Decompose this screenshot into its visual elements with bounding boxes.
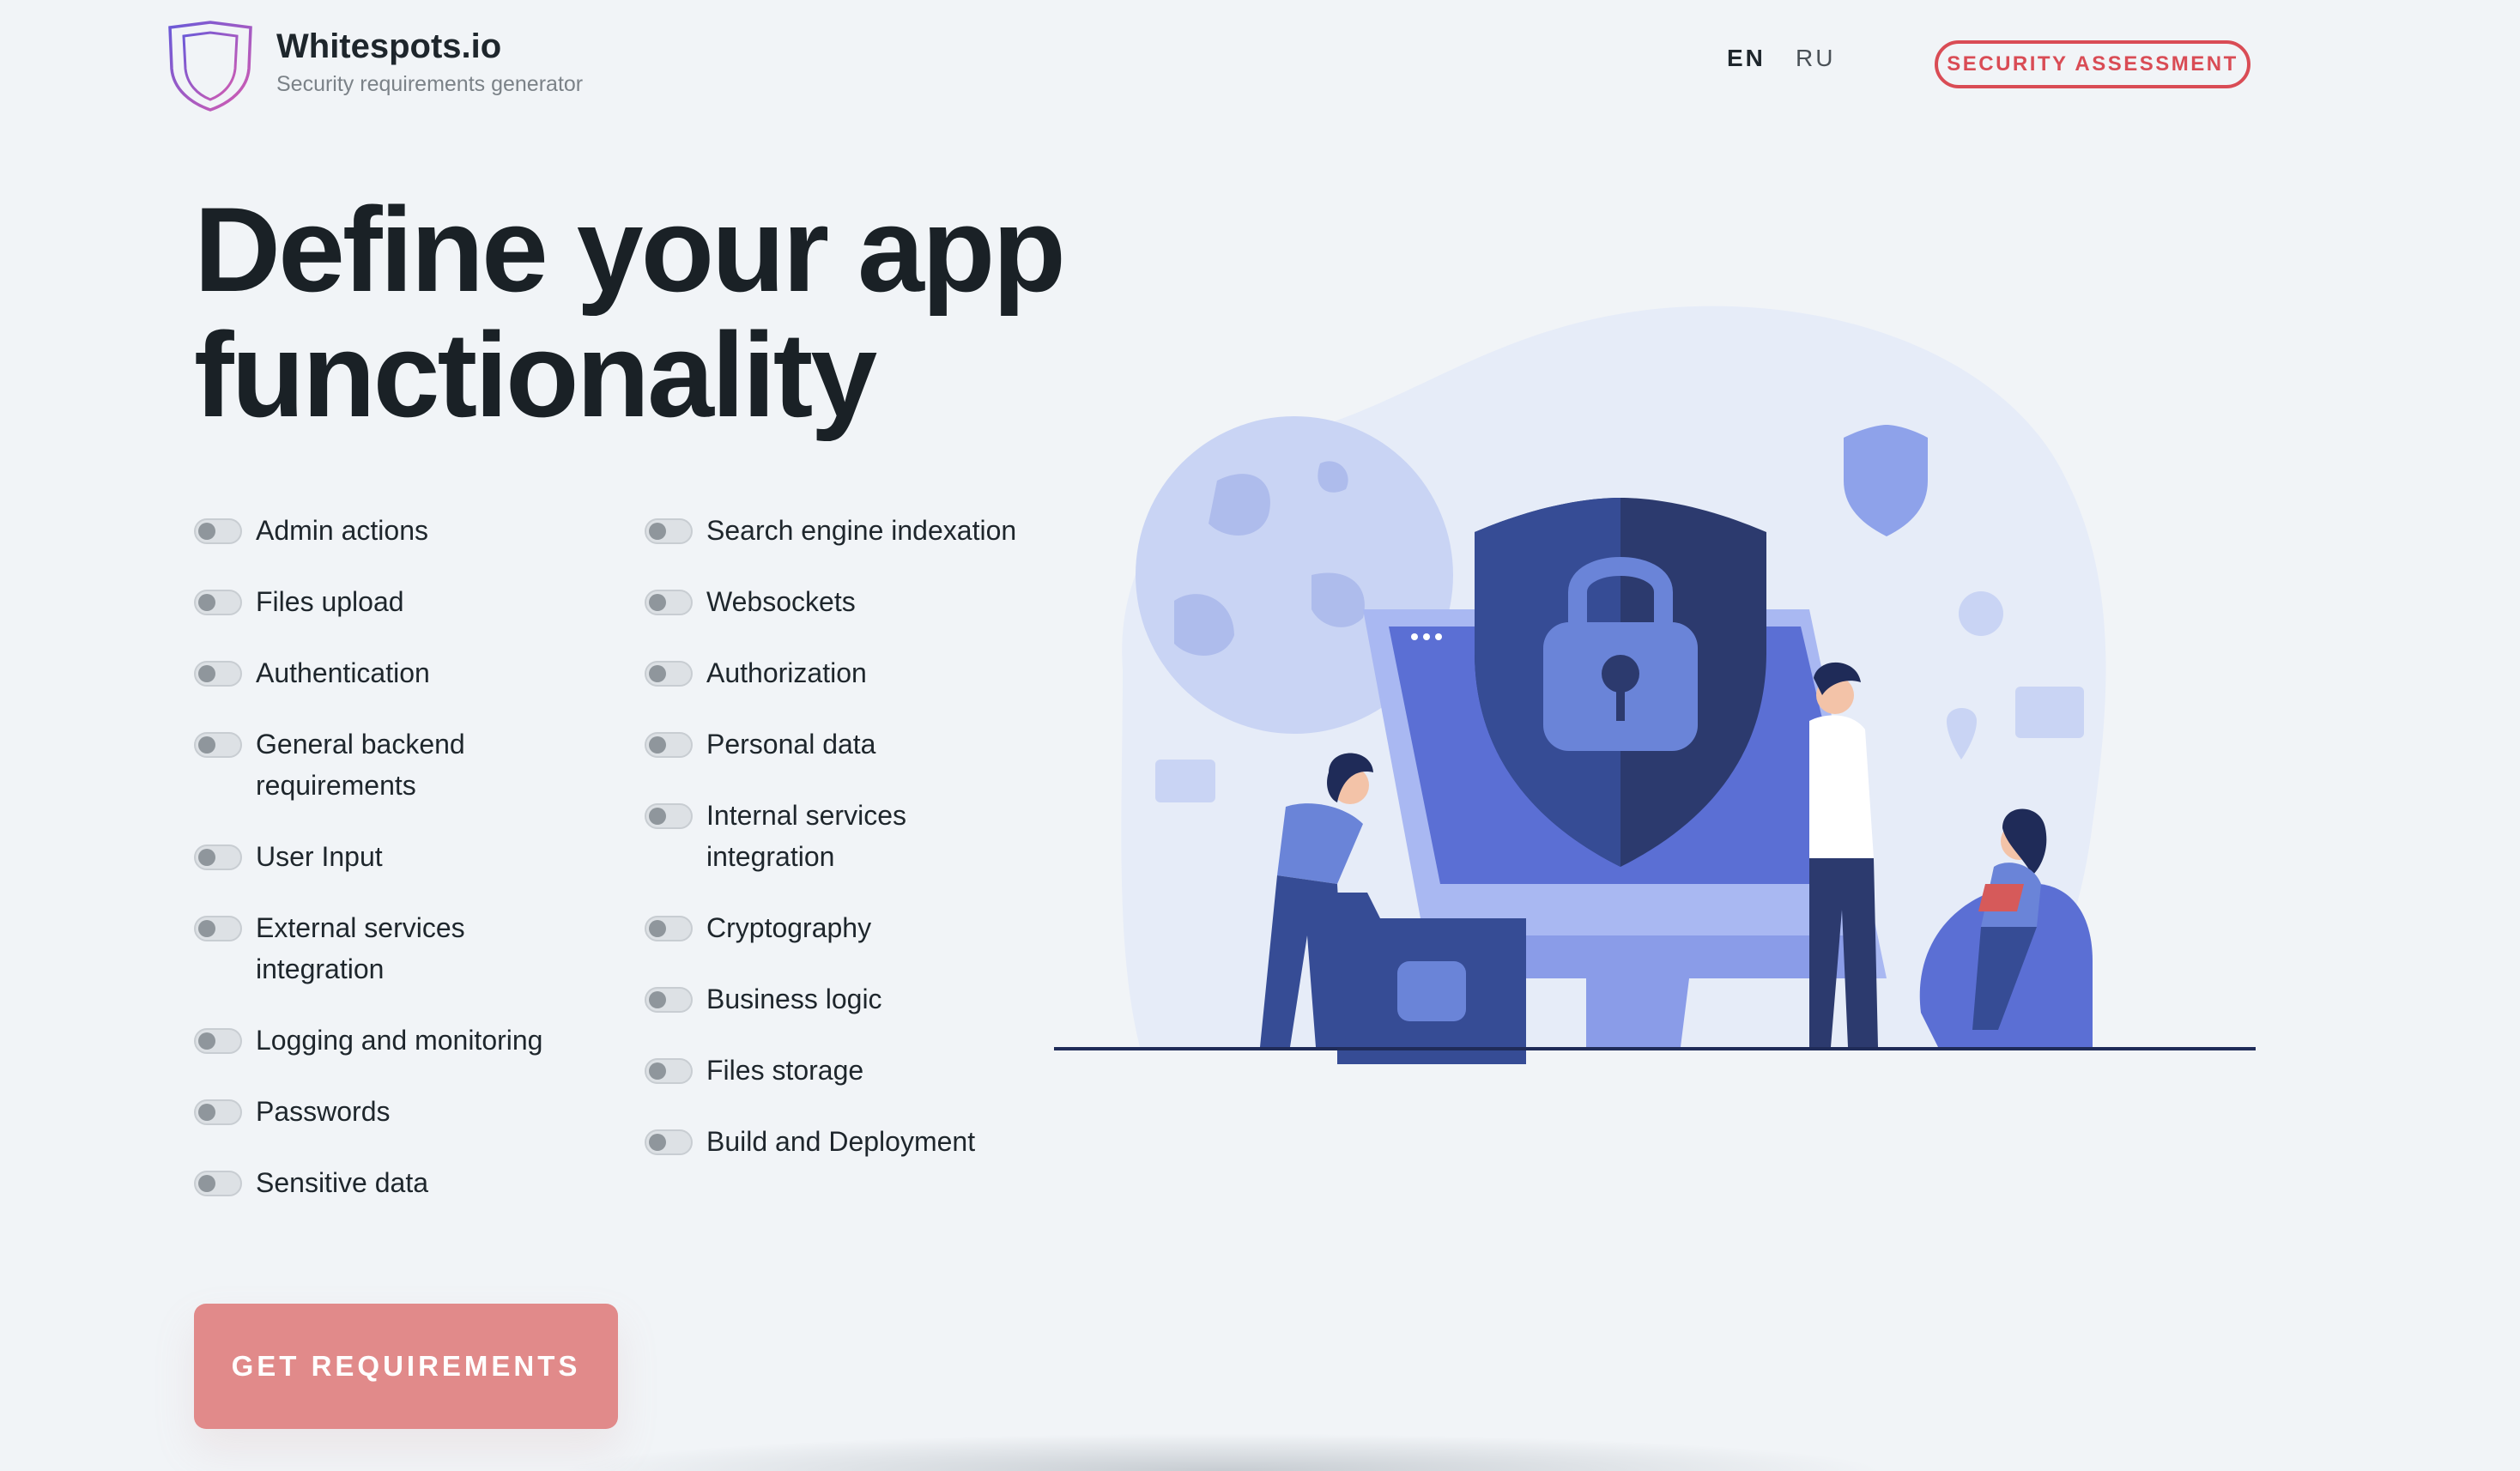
folder-lock-icon <box>1397 961 1466 1021</box>
monitor-stand <box>1586 978 1689 1047</box>
get-requirements-button[interactable]: GET REQUIREMENTS <box>194 1304 618 1429</box>
toggle-knob <box>649 665 666 682</box>
toggle-knob <box>198 849 215 866</box>
toggle-label: Search engine indexation <box>706 515 1017 546</box>
toggle-user-input[interactable]: User Input <box>194 841 616 877</box>
toggle-personal-data[interactable]: Personal data <box>645 729 1067 765</box>
toggle-logging-monitoring[interactable]: Logging and monitoring <box>194 1025 616 1061</box>
toggle-label: Files storage <box>706 1055 864 1086</box>
toggle-label: Build and Deployment <box>706 1126 976 1157</box>
toggle-files-storage[interactable]: Files storage <box>645 1055 1067 1091</box>
toggle-label: Files upload <box>256 586 404 617</box>
window-dot <box>1411 633 1418 640</box>
toggle-knob <box>649 523 666 540</box>
toggle-knob <box>649 1062 666 1080</box>
toggle-label: Internal services integration <box>706 800 906 872</box>
toggle-sensitive-data[interactable]: Sensitive data <box>194 1167 616 1203</box>
toggle-cryptography[interactable]: Cryptography <box>645 912 1067 948</box>
toggle-switch[interactable] <box>645 987 693 1013</box>
toggle-label: User Input <box>256 841 383 872</box>
toggle-knob <box>198 594 215 611</box>
toggle-knob <box>198 1104 215 1121</box>
window-dot <box>1435 633 1442 640</box>
toggle-knob <box>649 920 666 937</box>
title-line-2: functionality <box>194 307 877 442</box>
title-line-1: Define your app <box>194 182 1066 317</box>
toggle-switch[interactable] <box>194 1171 242 1196</box>
toggle-switch[interactable] <box>194 916 242 941</box>
toggle-external-services[interactable]: External services integration <box>194 912 479 990</box>
toggle-general-backend[interactable]: General backend requirements <box>194 729 479 806</box>
toggle-search-engine-indexation[interactable]: Search engine indexation <box>645 515 1067 551</box>
user-icon-right <box>1959 591 2003 636</box>
toggle-knob <box>198 523 215 540</box>
toggle-switch[interactable] <box>645 1058 693 1084</box>
toggle-label: General backend requirements <box>256 729 465 801</box>
toggle-label: Websockets <box>706 586 856 617</box>
toggle-label: Logging and monitoring <box>256 1025 543 1056</box>
toggle-label: Cryptography <box>706 912 872 943</box>
lock-folder-right-icon <box>2015 687 2084 738</box>
person-shirt <box>1809 715 1874 858</box>
toggle-business-logic[interactable]: Business logic <box>645 984 1067 1020</box>
laptop-icon <box>1978 884 2024 911</box>
brand-tagline: Security requirements generator <box>276 72 584 96</box>
header: Whitespots.io Security requirements gene… <box>0 0 2520 129</box>
security-assessment-button[interactable]: SECURITY ASSESSMENT <box>1935 40 2250 88</box>
toggle-knob <box>649 991 666 1008</box>
toggle-label: Admin actions <box>256 515 428 546</box>
security-illustration <box>1054 306 2256 1064</box>
toggle-knob <box>649 594 666 611</box>
toggle-switch[interactable] <box>645 590 693 615</box>
toggle-knob <box>649 1134 666 1151</box>
toggle-build-deployment[interactable]: Build and Deployment <box>645 1126 1067 1162</box>
language-ru-link[interactable]: RU <box>1796 45 1835 72</box>
user-icon <box>1233 679 1275 720</box>
toggle-switch[interactable] <box>645 803 693 829</box>
toggle-switch[interactable] <box>194 732 242 758</box>
toggle-knob <box>198 1032 215 1050</box>
keyhole-slot <box>1616 678 1625 721</box>
toggle-authentication[interactable]: Authentication <box>194 657 616 693</box>
toggle-label: Authorization <box>706 657 867 688</box>
toggle-switch[interactable] <box>194 518 242 544</box>
toggle-label: Authentication <box>256 657 430 688</box>
toggle-internal-services[interactable]: Internal services integration <box>645 800 947 877</box>
toggle-knob <box>198 736 215 754</box>
toggle-knob <box>198 665 215 682</box>
toggle-switch[interactable] <box>645 518 693 544</box>
shield-logo-icon[interactable] <box>167 19 254 112</box>
bottom-shadow <box>558 1433 1888 1471</box>
toggle-admin-actions[interactable]: Admin actions <box>194 515 616 551</box>
toggle-label: Passwords <box>256 1096 391 1127</box>
toggle-label: Business logic <box>706 984 882 1014</box>
toggle-knob <box>649 808 666 825</box>
toggle-knob <box>649 736 666 754</box>
toggle-knob <box>198 920 215 937</box>
toggle-websockets[interactable]: Websockets <box>645 586 1067 622</box>
toggle-switch[interactable] <box>194 661 242 687</box>
page-title: Define your app functionality <box>194 187 1066 438</box>
toggle-passwords[interactable]: Passwords <box>194 1096 616 1132</box>
toggle-switch[interactable] <box>194 1099 242 1125</box>
toggle-authorization[interactable]: Authorization <box>645 657 1067 693</box>
window-dot <box>1423 633 1430 640</box>
language-en-link[interactable]: EN <box>1727 45 1766 72</box>
toggle-files-upload[interactable]: Files upload <box>194 586 616 622</box>
toggle-switch[interactable] <box>645 732 693 758</box>
toggle-label: Sensitive data <box>256 1167 429 1198</box>
toggle-knob <box>198 1175 215 1192</box>
toggle-switch[interactable] <box>194 590 242 615</box>
lock-folder-small-icon <box>1155 760 1215 802</box>
toggle-label: External services integration <box>256 912 465 984</box>
toggle-label: Personal data <box>706 729 876 760</box>
toggle-switch[interactable] <box>645 916 693 941</box>
toggle-switch[interactable] <box>194 1028 242 1054</box>
brand-name[interactable]: Whitespots.io <box>276 27 501 66</box>
toggle-switch[interactable] <box>645 1129 693 1155</box>
toggle-switch[interactable] <box>645 661 693 687</box>
toggle-switch[interactable] <box>194 844 242 870</box>
